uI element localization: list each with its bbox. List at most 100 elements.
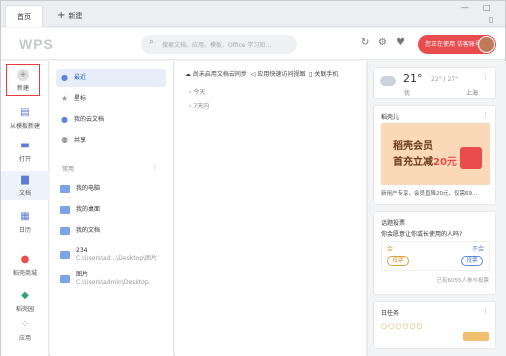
rail-app-center-label: 稻壳园 (15, 306, 34, 313)
poll-count: 已有6055人参与投票 (436, 278, 490, 284)
rail-app-center[interactable]: ◆ 稻壳园 (1, 290, 49, 313)
nav-cloud-docs-label: 我的云文档 (74, 116, 105, 123)
cloud-icon (380, 76, 396, 86)
task-card[interactable]: 日任务 ⋮ ○○○○○○ (373, 301, 496, 349)
account-label: 您正在使用 访客账号 (425, 41, 481, 48)
membership-footer: 新用户专享，会员直降20元，仅需69... (381, 191, 478, 197)
maximize-button[interactable]: □ (483, 3, 491, 12)
nav-my-desktop[interactable]: 我的桌面 (60, 206, 170, 214)
ad-line2-text: 首充立减 (393, 157, 433, 168)
cloud-icon: ● (61, 115, 68, 124)
plus-circle-icon: + (17, 69, 29, 81)
membership-more-icon[interactable]: ⋮ (482, 111, 489, 119)
clock-icon: ● (61, 73, 68, 82)
ad-line1: 稻壳会员 (393, 141, 433, 152)
rail-shell-store[interactable]: ● 稻壳商城 (1, 254, 49, 277)
nav-my-computer-label: 我的电脑 (76, 185, 101, 192)
wps-logo: WPS (19, 36, 54, 52)
app-window: 首页 + 新建 — □ ▯ WPS ⌕ 搜索文档、应用、模板、Office 学习知… (0, 0, 506, 356)
search-icon: ⌕ (149, 37, 155, 47)
nav-shared-label: 共享 (74, 137, 87, 144)
rail-open-label: 打开 (18, 156, 31, 163)
minimize-button[interactable]: — (461, 3, 469, 12)
poll-card: 话题投票 你会愿意让你或长使用的人吗? 会 不会 投票 投票 已有6055人参与… (373, 211, 496, 295)
calendar-icon: ▦ (20, 211, 30, 222)
task-claim-button[interactable] (463, 332, 489, 341)
weather-card[interactable]: 21° 22° / 27° 优 上海 ⋮ (373, 67, 496, 99)
membership-card[interactable]: 稻壳儿 ⋮ 稻壳会员 首充立减20元 新用户专享，会员直降20元，仅需69... (373, 105, 496, 205)
view-icon: ◁ (250, 71, 256, 78)
ad-line2: 首充立减20元 (393, 153, 457, 168)
nav-folder-234[interactable]: 234 C:\Users\ad...\Desktop\图片 (60, 247, 170, 263)
rail-open[interactable]: ▬ 打开 (1, 140, 49, 163)
search-box[interactable]: ⌕ 搜索文档、应用、模板、Office 学习知... (141, 35, 297, 54)
nav-my-computer[interactable]: 我的电脑 (60, 185, 170, 193)
nav-recent-label: 最近 (74, 74, 87, 81)
account-button[interactable]: 您正在使用 访客账号 (418, 35, 496, 54)
skin-icon[interactable]: ♥ (396, 37, 405, 48)
shell-store-icon: ● (20, 254, 30, 265)
common-section-title: 常用 (62, 166, 75, 173)
documents-folder-icon (60, 227, 70, 235)
group-today[interactable]: › 今天 (189, 87, 205, 96)
weather-condition: 优 (404, 90, 411, 97)
link-phone-link[interactable]: 关联手机 (314, 71, 338, 78)
weather-temp: 21° (403, 72, 423, 85)
rail-calendar[interactable]: ▦ 日历 (1, 211, 49, 234)
vote-yes-button[interactable]: 投票 (387, 256, 409, 266)
vote-no-button[interactable]: 投票 (461, 256, 483, 266)
rail-docs[interactable]: ▆ 文档 (1, 171, 49, 200)
apps-grid-icon: ⁘ (20, 319, 30, 330)
people-icon: ⚉ (61, 136, 69, 145)
top-bar: WPS ⌕ 搜索文档、应用、模板、Office 学习知... ↻ ⚙ ♥ 您正在… (1, 28, 505, 60)
left-rail: + 新建 ▤ 从模板新建 ▬ 打开 ▆ 文档 ▦ 日历 ● 稻壳商城 ◆ 稻壳园… (1, 61, 49, 356)
desktop-folder-icon (60, 206, 70, 214)
tab-new[interactable]: + 新建 (49, 5, 95, 27)
nav-my-documents[interactable]: 我的文档 (60, 227, 170, 235)
poll-no-label: 不会 (472, 246, 485, 253)
folder-234-name: 234 (76, 247, 88, 254)
rail-calendar-label: 日历 (18, 227, 31, 234)
poll-question: 你会愿意让你或长使用的人吗? (381, 231, 463, 238)
settings-icon[interactable]: ⚙ (378, 37, 387, 48)
poll-header: 话题投票 (381, 220, 406, 227)
quick-access-link[interactable]: 应用快速访问视图 (257, 71, 305, 78)
nav-starred-label: 星标 (74, 95, 87, 102)
cloud-sync-icon: ☁ (185, 71, 191, 78)
nav-starred[interactable]: ★ 星标 (56, 90, 166, 108)
membership-header: 稻壳儿 (381, 114, 400, 121)
nav-my-desktop-label: 我的桌面 (76, 206, 101, 213)
avatar[interactable] (478, 36, 495, 53)
ad-line2-amount: 20元 (433, 157, 457, 168)
weather-more-icon[interactable]: ⋮ (482, 73, 489, 81)
nav-recent[interactable]: ● 最近 (56, 69, 166, 87)
nav-my-documents-label: 我的文档 (76, 227, 101, 234)
folder-234-path: C:\Users\ad...\Desktop\图片 (76, 255, 158, 262)
poll-yes-label: 会 (387, 246, 394, 253)
cloud-sync-link[interactable]: 尚未启用文档云同步 (193, 71, 247, 78)
tab-home[interactable]: 首页 (5, 5, 43, 27)
star-icon: ★ (61, 94, 69, 103)
nav-shared[interactable]: ⚉ 共享 (56, 132, 166, 150)
nav-folder-pics[interactable]: 图片 C:\Users\admin\Desktop (60, 271, 170, 287)
nav-cloud-docs[interactable]: ● 我的云文档 (56, 111, 166, 129)
rail-shell-store-label: 稻壳商城 (12, 270, 37, 277)
gift-icon (460, 147, 482, 169)
rail-apps[interactable]: ⁘ 应用 (1, 319, 49, 342)
nav-panel: ● 最近 ★ 星标 ● 我的云文档 ⚉ 共享 常用 ⋮ 我的电脑 我的桌面 我的… (50, 61, 174, 356)
sync-icon[interactable]: ↻ (361, 37, 369, 48)
rail-from-template[interactable]: ▤ 从模板新建 (1, 107, 49, 130)
common-section-more[interactable]: ⋮ (152, 164, 158, 171)
membership-ad-banner[interactable]: 稻壳会员 首充立减20元 (381, 123, 490, 185)
folder-icon (60, 251, 70, 259)
weather-city: 上海 (466, 90, 479, 97)
task-progress-dots: ○○○○○○ (381, 322, 424, 330)
rail-new-button[interactable]: + 新建 (6, 64, 40, 96)
rail-docs-label: 文档 (18, 190, 31, 197)
app-center-icon: ◆ (21, 290, 29, 301)
folder-pics-name: 图片 (76, 271, 89, 278)
group-last7[interactable]: › 7天内 (189, 101, 209, 110)
folder-icon: ▬ (20, 140, 30, 151)
task-more-icon[interactable]: ⋮ (482, 307, 489, 315)
side-panel-button[interactable]: ▯ (489, 15, 493, 24)
